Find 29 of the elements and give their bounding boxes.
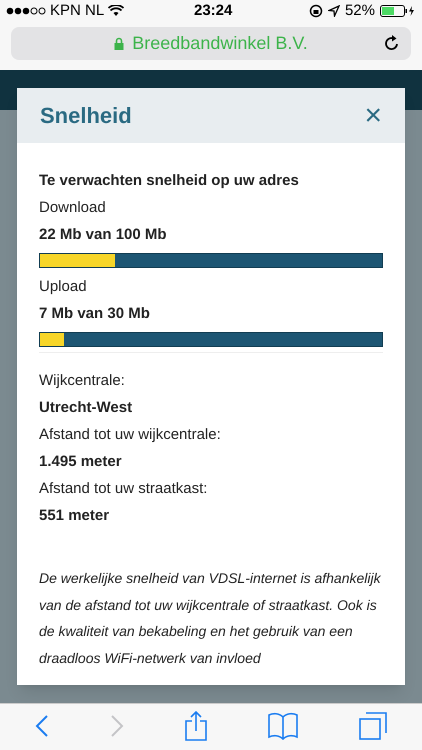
detail-value: 551 meter: [39, 506, 110, 526]
battery-icon: [380, 5, 416, 17]
signal-icon: [6, 7, 46, 15]
tabs-icon[interactable]: [359, 712, 388, 740]
detail-label: Afstand tot uw wijkcentrale:: [39, 425, 222, 445]
meter-reading: 7 Mb van 30 Mb: [39, 304, 151, 324]
bookmarks-icon[interactable]: [268, 712, 298, 740]
wifi-icon: [108, 5, 124, 17]
share-icon[interactable]: [184, 711, 207, 741]
detail-label: Afstand tot uw straatkast:: [39, 479, 208, 499]
battery-percentage: 52%: [344, 0, 375, 21]
detail-value: 1.495 meter: [39, 452, 123, 472]
info-paragraph: De werkelijke snelheid van VDSL-internet is afhankelijk van de afstand tot uw wijkcentrale of straatkast. Ook is de kwaliteit van bekabeling en het gebruik van een draadloos WiFi-netwerk van invloed: [39, 569, 382, 668]
back-icon[interactable]: [34, 714, 49, 738]
clock-time: 23:24: [194, 0, 232, 21]
close-button[interactable]: ×: [364, 100, 382, 130]
detail-label: Wijkcentrale:: [39, 371, 126, 391]
site-name: Breedbandwinkel B.V.: [132, 32, 308, 55]
meter-label: Download: [39, 198, 107, 218]
location-arrow-icon: [328, 5, 340, 17]
meter-reading: 22 Mb van 100 Mb: [39, 225, 168, 245]
rotation-lock-icon: [308, 4, 323, 18]
meter-label: Upload: [39, 277, 88, 297]
detail-value: Utrecht-West: [39, 398, 134, 418]
dialog-title: Snelheid: [40, 102, 132, 130]
lock-icon: [114, 37, 124, 50]
section-heading: Te verwachten snelheid op uw adres: [39, 171, 300, 191]
reload-icon[interactable]: [384, 35, 400, 52]
carrier-name: KPN NL: [50, 0, 104, 21]
